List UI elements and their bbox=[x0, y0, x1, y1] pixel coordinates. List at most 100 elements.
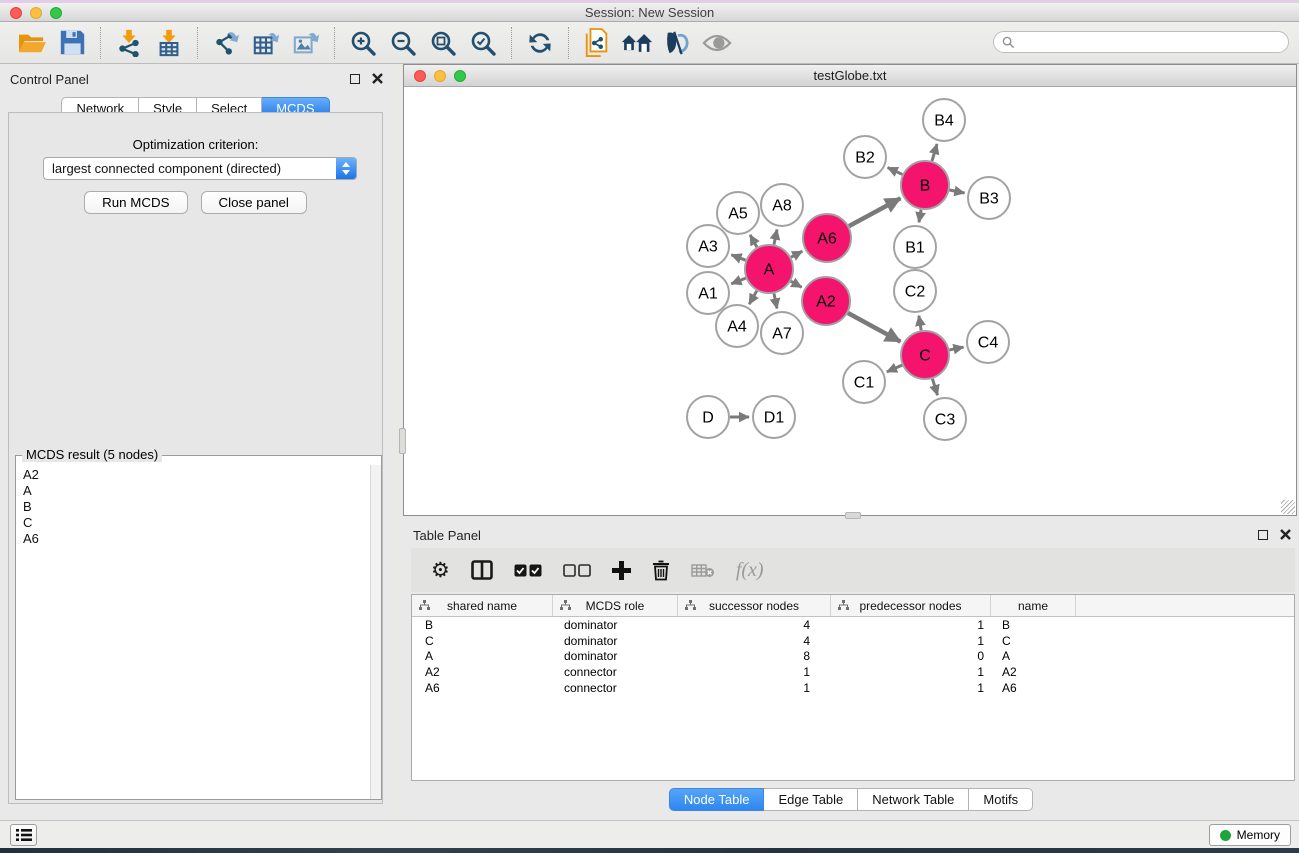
graph-edge[interactable] bbox=[887, 365, 902, 372]
graph-node[interactable]: C3 bbox=[924, 398, 966, 440]
mcds-result-item[interactable]: A6 bbox=[23, 531, 381, 547]
zoom-selected-button[interactable] bbox=[463, 25, 503, 61]
zoom-in-button[interactable] bbox=[343, 25, 383, 61]
graph-node[interactable]: D1 bbox=[753, 396, 795, 438]
table-cell[interactable]: connector bbox=[553, 681, 678, 695]
graph-edge[interactable] bbox=[750, 235, 757, 247]
table-cell[interactable]: dominator bbox=[553, 634, 678, 648]
table-cell[interactable]: A2 bbox=[991, 665, 1076, 679]
table-cell[interactable]: A2 bbox=[412, 665, 553, 679]
table-cell[interactable]: A6 bbox=[991, 681, 1076, 695]
table-cell[interactable]: 1 bbox=[678, 681, 831, 695]
graph-node[interactable]: C4 bbox=[967, 321, 1009, 363]
memory-button[interactable]: Memory bbox=[1209, 824, 1291, 846]
graph-edge[interactable] bbox=[791, 281, 802, 287]
home-button[interactable] bbox=[617, 25, 657, 61]
table-cell[interactable]: A bbox=[412, 649, 553, 663]
mcds-result-item[interactable]: C bbox=[23, 515, 381, 531]
table-cell[interactable]: A6 bbox=[412, 681, 553, 695]
vertical-splitter-grip[interactable] bbox=[399, 428, 406, 454]
graph-edge[interactable] bbox=[774, 293, 777, 308]
tab-motifs[interactable]: Motifs bbox=[969, 788, 1033, 811]
select-all-columns-button[interactable] bbox=[514, 564, 542, 577]
search-input[interactable] bbox=[1015, 33, 1288, 51]
import-table-button[interactable] bbox=[149, 25, 189, 61]
table-cell[interactable]: 1 bbox=[831, 634, 991, 648]
zoom-out-button[interactable] bbox=[383, 25, 423, 61]
graph-edge[interactable] bbox=[919, 316, 921, 331]
table-cell[interactable]: 4 bbox=[678, 618, 831, 632]
close-panel-button[interactable]: Close panel bbox=[201, 191, 307, 214]
network-canvas[interactable]: B4B2BB3A8A5A6A3B1AC2A1A2A4A7C4CC1C3DD1 bbox=[404, 87, 1296, 515]
tab-network-table[interactable]: Network Table bbox=[858, 788, 969, 811]
delete-table-button[interactable] bbox=[691, 563, 715, 578]
graphics-details-button[interactable] bbox=[657, 25, 697, 61]
export-network-button[interactable] bbox=[206, 25, 246, 61]
close-table-panel-icon[interactable] bbox=[1280, 529, 1291, 540]
table-cell[interactable]: 1 bbox=[831, 665, 991, 679]
clone-network-button[interactable] bbox=[577, 25, 617, 61]
graph-edge[interactable] bbox=[749, 291, 757, 304]
graph-edge[interactable] bbox=[731, 278, 745, 284]
table-cell[interactable]: connector bbox=[553, 665, 678, 679]
tab-edge-table[interactable]: Edge Table bbox=[764, 788, 858, 811]
column-header-shared-name[interactable]: shared name bbox=[412, 595, 553, 616]
graph-edge[interactable] bbox=[849, 198, 900, 226]
table-cell[interactable]: 1 bbox=[831, 681, 991, 695]
mcds-result-item[interactable]: B bbox=[23, 499, 381, 515]
graph-edge[interactable] bbox=[949, 190, 964, 193]
float-table-panel-icon[interactable] bbox=[1258, 530, 1268, 540]
table-cell[interactable]: 0 bbox=[831, 649, 991, 663]
level-of-detail-button[interactable] bbox=[697, 25, 737, 61]
table-cell[interactable]: B bbox=[412, 618, 553, 632]
table-cell[interactable]: 1 bbox=[678, 665, 831, 679]
table-row[interactable]: Bdominator41B bbox=[412, 617, 1294, 633]
graph-edge[interactable] bbox=[774, 229, 777, 244]
table-cell[interactable]: A bbox=[991, 649, 1076, 663]
export-table-button[interactable] bbox=[246, 25, 286, 61]
mcds-result-item[interactable]: A bbox=[23, 483, 381, 499]
graph-edge[interactable] bbox=[791, 251, 802, 257]
column-header-predecessor-nodes[interactable]: predecessor nodes bbox=[831, 595, 991, 616]
save-session-button[interactable] bbox=[52, 25, 92, 61]
table-row[interactable]: Adominator80A bbox=[412, 648, 1294, 664]
graph-node[interactable]: A3 bbox=[687, 225, 729, 267]
import-network-button[interactable] bbox=[109, 25, 149, 61]
create-column-button[interactable] bbox=[612, 561, 631, 580]
column-header-successor-nodes[interactable]: successor nodes bbox=[678, 595, 831, 616]
table-cell[interactable]: 4 bbox=[678, 634, 831, 648]
graph-node[interactable]: A8 bbox=[761, 184, 803, 226]
zoom-fit-button[interactable] bbox=[423, 25, 463, 61]
table-cell[interactable]: 1 bbox=[831, 618, 991, 632]
table-cell[interactable]: 8 bbox=[678, 649, 831, 663]
float-panel-icon[interactable] bbox=[350, 74, 360, 84]
graph-node[interactable]: A2 bbox=[802, 277, 850, 325]
mcds-result-item[interactable]: A2 bbox=[23, 467, 381, 483]
graph-node[interactable]: A1 bbox=[687, 272, 729, 314]
network-graph[interactable]: B4B2BB3A8A5A6A3B1AC2A1A2A4A7C4CC1C3DD1 bbox=[404, 87, 1296, 515]
graph-node[interactable]: A4 bbox=[716, 305, 758, 347]
delete-column-button[interactable] bbox=[652, 560, 670, 581]
open-session-button[interactable] bbox=[12, 25, 52, 61]
table-row[interactable]: Cdominator41C bbox=[412, 633, 1294, 649]
graph-node[interactable]: C1 bbox=[843, 361, 885, 403]
show-columns-button[interactable] bbox=[471, 560, 493, 580]
graph-node[interactable]: A5 bbox=[717, 192, 759, 234]
graph-edge[interactable] bbox=[848, 313, 900, 342]
export-image-button[interactable] bbox=[286, 25, 326, 61]
unselect-all-columns-button[interactable] bbox=[563, 564, 591, 577]
graph-edge[interactable] bbox=[888, 168, 903, 175]
run-mcds-button[interactable]: Run MCDS bbox=[84, 191, 187, 214]
graph-node[interactable]: A7 bbox=[761, 312, 803, 354]
table-cell[interactable]: C bbox=[412, 634, 553, 648]
resize-grip[interactable] bbox=[1281, 500, 1295, 514]
tab-node-table[interactable]: Node Table bbox=[669, 788, 765, 811]
horizontal-splitter-grip[interactable] bbox=[845, 512, 861, 519]
table-cell[interactable]: dominator bbox=[553, 618, 678, 632]
graph-node[interactable]: B4 bbox=[923, 99, 965, 141]
graph-node[interactable]: B3 bbox=[968, 177, 1010, 219]
graph-edge[interactable] bbox=[731, 255, 745, 260]
table-settings-button[interactable]: ⚙ bbox=[431, 558, 450, 583]
graph-node[interactable]: B2 bbox=[844, 136, 886, 178]
optimization-criterion-select[interactable]: largest connected component (directed) bbox=[43, 157, 357, 180]
